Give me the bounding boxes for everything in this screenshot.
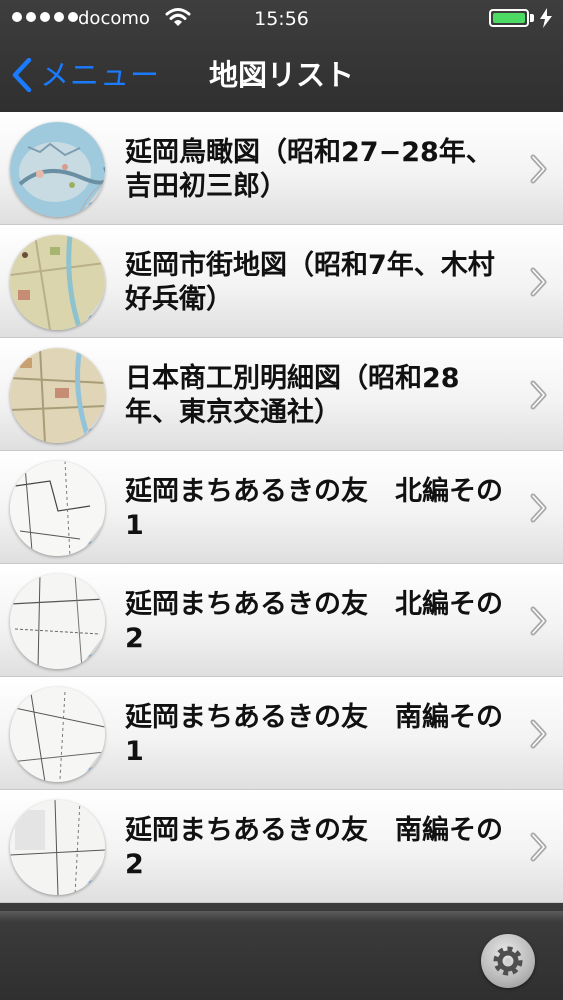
list-item-label: 延岡鳥瞰図（昭和27−28年、吉田初三郎） bbox=[125, 137, 493, 202]
screen: docomo 15:56 メニュー 地図リスト 延岡鳥瞰図（昭和27−28年、吉… bbox=[0, 0, 563, 1000]
list-item-label: 延岡市街地図（昭和7年、木村好兵衛） bbox=[125, 250, 495, 315]
chevron-right-icon bbox=[530, 832, 547, 862]
status-time: 15:56 bbox=[254, 8, 309, 30]
chevron-right-icon bbox=[530, 493, 547, 523]
status-bar: docomo 15:56 bbox=[0, 0, 563, 40]
chevron-right-icon bbox=[530, 380, 547, 410]
map-list: 延岡鳥瞰図（昭和27−28年、吉田初三郎） 延岡市街地図（昭和7年、木村好兵衛）… bbox=[0, 112, 563, 903]
battery-level-fill bbox=[493, 13, 525, 23]
list-item[interactable]: 延岡まちあるきの友 南編その1 bbox=[0, 677, 563, 790]
chevron-right-icon bbox=[530, 154, 547, 184]
list-item-label: 延岡まちあるきの友 北編その2 bbox=[125, 589, 503, 654]
walking-map-thumbnail-icon bbox=[10, 687, 105, 782]
page-title: 地図リスト bbox=[208, 58, 354, 92]
list-item-label: 延岡まちあるきの友 南編その2 bbox=[125, 815, 503, 880]
walking-map-thumbnail-icon bbox=[10, 461, 105, 556]
list-item[interactable]: 延岡まちあるきの友 北編その2 bbox=[0, 564, 563, 677]
settings-button[interactable] bbox=[481, 934, 535, 988]
battery-icon bbox=[489, 9, 529, 27]
bird-eye-map-thumbnail-icon bbox=[10, 122, 105, 217]
charging-bolt-icon bbox=[540, 8, 552, 28]
navigation-bar: メニュー 地図リスト bbox=[0, 40, 563, 112]
walking-map-thumbnail-icon bbox=[10, 800, 105, 895]
list-item-label: 延岡まちあるきの友 南編その1 bbox=[125, 702, 503, 767]
list-item-label: 日本商工別明細図（昭和28年、東京交通社） bbox=[125, 363, 460, 428]
detailed-map-thumbnail-icon bbox=[10, 348, 105, 443]
city-map-thumbnail-icon bbox=[10, 235, 105, 330]
list-item-label: 延岡まちあるきの友 北編その1 bbox=[125, 476, 503, 541]
chevron-right-icon bbox=[530, 719, 547, 749]
list-item[interactable]: 延岡まちあるきの友 北編その1 bbox=[0, 451, 563, 564]
gear-icon bbox=[493, 946, 523, 976]
top-bar: docomo 15:56 メニュー 地図リスト bbox=[0, 0, 563, 112]
list-item[interactable]: 延岡まちあるきの友 南編その2 bbox=[0, 790, 563, 903]
bottom-toolbar bbox=[0, 911, 563, 1000]
chevron-right-icon bbox=[530, 267, 547, 297]
list-item[interactable]: 延岡鳥瞰図（昭和27−28年、吉田初三郎） bbox=[0, 112, 563, 225]
chevron-right-icon bbox=[530, 606, 547, 636]
walking-map-thumbnail-icon bbox=[10, 574, 105, 669]
list-item[interactable]: 日本商工別明細図（昭和28年、東京交通社） bbox=[0, 338, 563, 451]
list-item[interactable]: 延岡市街地図（昭和7年、木村好兵衛） bbox=[0, 225, 563, 338]
battery-tip bbox=[530, 14, 534, 22]
